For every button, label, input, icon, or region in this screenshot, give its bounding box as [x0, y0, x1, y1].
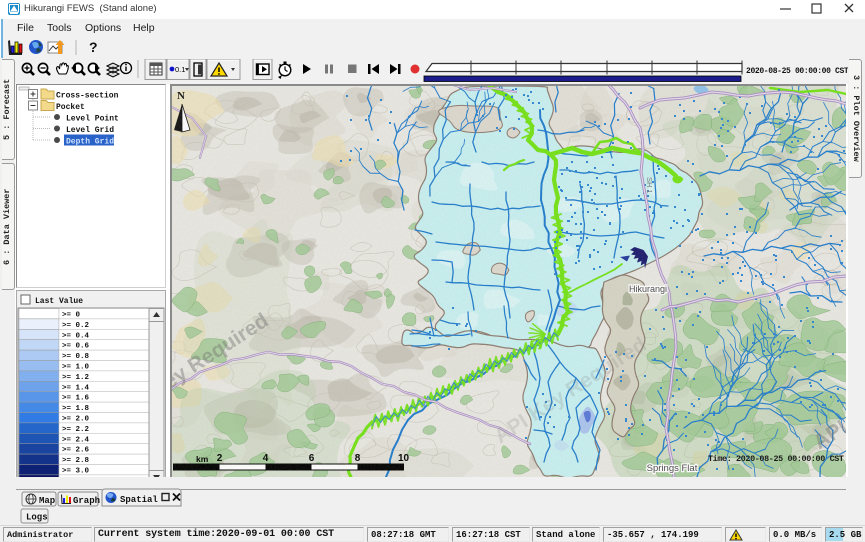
svg-text:>= 2.0: >= 2.0 [62, 416, 90, 424]
svg-text:?: ? [89, 39, 98, 55]
svg-text:0.1: 0.1 [175, 65, 185, 74]
svg-text:Spatial: Spatial [120, 495, 158, 505]
svg-text:>= 0.4: >= 0.4 [62, 332, 90, 340]
svg-text:>= 1.4: >= 1.4 [62, 384, 90, 392]
svg-text:>= 2.8: >= 2.8 [62, 457, 90, 465]
svg-text:Map: Map [39, 496, 55, 506]
svg-text:Cross-section: Cross-section [56, 92, 119, 101]
svg-text:>= 1.8: >= 1.8 [62, 405, 90, 413]
svg-text:>= 0.2: >= 0.2 [62, 322, 90, 330]
svg-text:>= 1.0: >= 1.0 [62, 364, 90, 372]
svg-text:>= 0.6: >= 0.6 [62, 343, 90, 351]
svg-text:>= 2.6: >= 2.6 [62, 447, 90, 455]
svg-text:>= 3.0: >= 3.0 [62, 468, 90, 476]
svg-text:Graph: Graph [73, 496, 100, 506]
svg-text:Logs: Logs [26, 513, 48, 523]
svg-text:>= 1.2: >= 1.2 [62, 374, 90, 382]
svg-text:>= 1.6: >= 1.6 [62, 395, 90, 403]
svg-text:Level Point: Level Point [66, 115, 119, 124]
svg-text:>= 2.4: >= 2.4 [62, 436, 90, 444]
svg-text:Level Grid: Level Grid [66, 126, 114, 135]
svg-text:Depth Grid: Depth Grid [66, 138, 114, 147]
svg-text:Pocket: Pocket [56, 103, 85, 112]
svg-text:>= 0: >= 0 [62, 312, 81, 320]
svg-text:Last Value: Last Value [35, 297, 83, 306]
svg-text:>= 2.2: >= 2.2 [62, 426, 90, 434]
svg-text:>= 0.8: >= 0.8 [62, 353, 90, 361]
svg-text:2020-08-25 00:00:00 CST: 2020-08-25 00:00:00 CST [746, 67, 848, 76]
